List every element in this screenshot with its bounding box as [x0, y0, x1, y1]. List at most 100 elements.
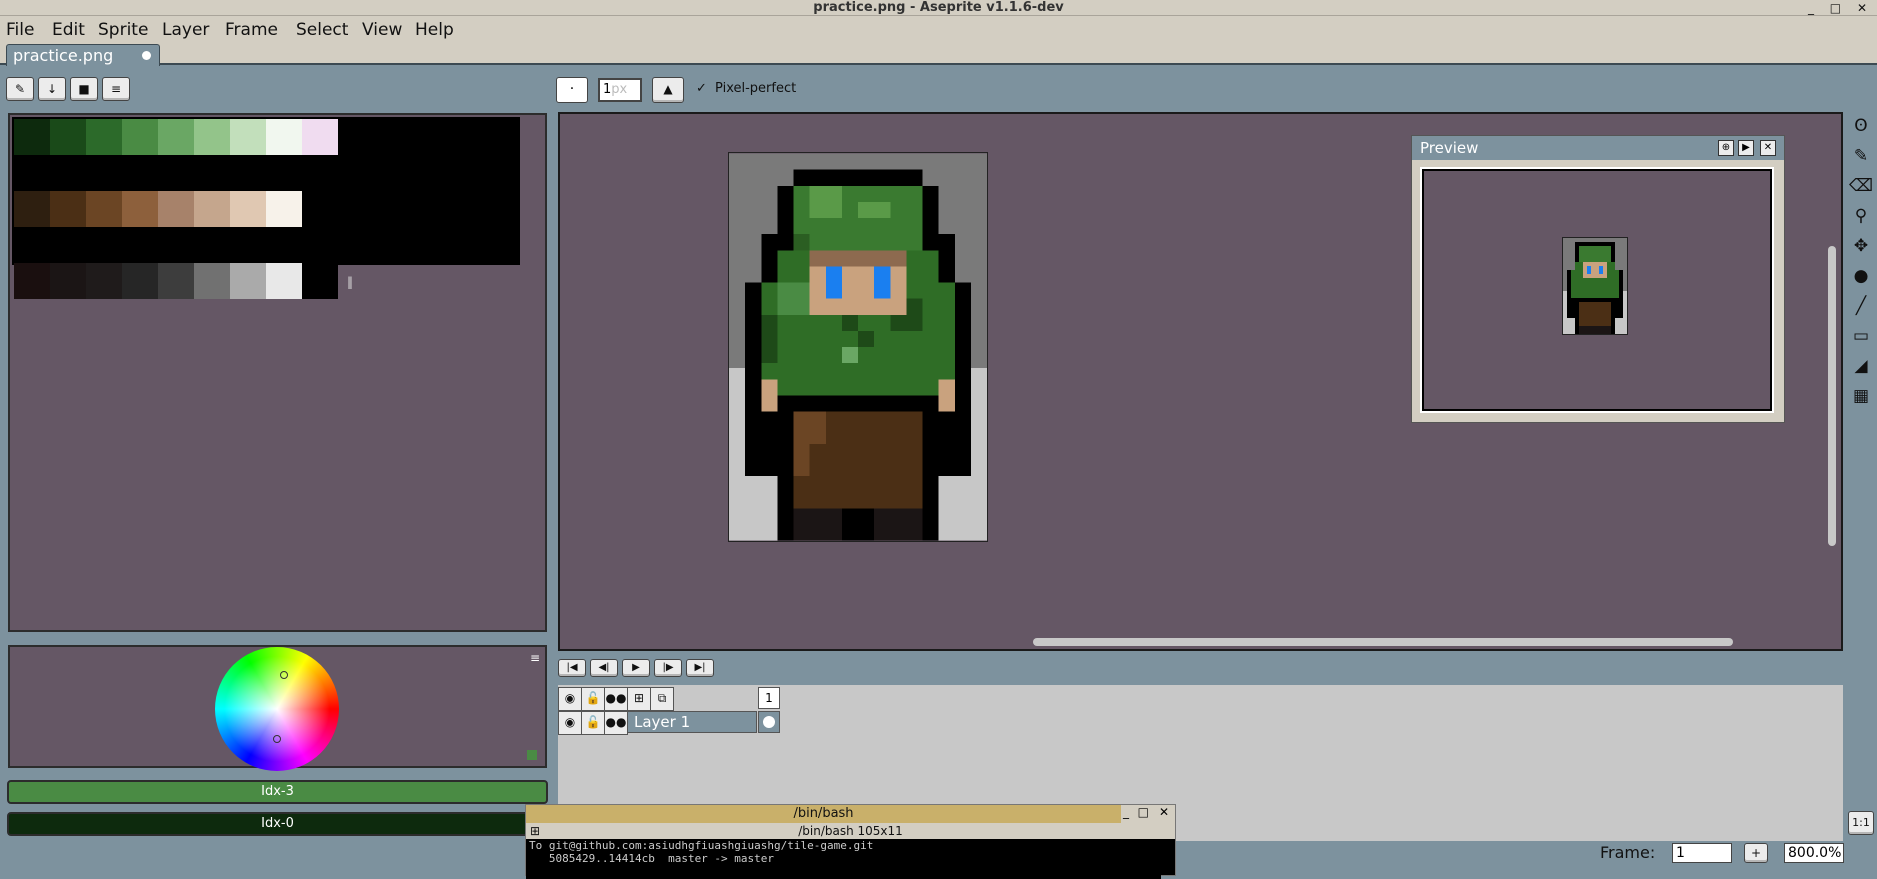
palette-swatch[interactable] — [302, 119, 338, 155]
continuous-icon[interactable]: ●● — [604, 687, 628, 711]
palette-panel: ‖ — [8, 113, 547, 632]
play-button[interactable]: ▶ — [622, 659, 650, 677]
first-frame-button[interactable]: |◀ — [558, 659, 586, 677]
palette-swatch[interactable] — [50, 119, 86, 155]
foreground-color-bar[interactable]: Idx-3 — [7, 780, 548, 804]
palette-swatch[interactable] — [158, 191, 194, 227]
horizontal-scrollbar[interactable] — [1033, 638, 1733, 646]
palette-swatch[interactable] — [14, 263, 50, 299]
zoom-input[interactable]: 800.0% — [1784, 843, 1844, 863]
last-frame-button[interactable]: ▶| — [686, 659, 714, 677]
menu-file[interactable]: File — [6, 20, 34, 40]
brush-type-button[interactable]: · — [556, 77, 588, 103]
background-color-bar[interactable]: Idx-0 — [7, 812, 548, 836]
palette-swatch[interactable] — [86, 191, 122, 227]
zoom-reset-button[interactable]: 1:1 — [1848, 811, 1874, 835]
terminal-menu-icon[interactable]: ⊞ — [530, 823, 540, 839]
palette-swatch[interactable] — [230, 263, 266, 299]
frame-1-header[interactable]: 1 — [758, 687, 780, 709]
palette-swatch[interactable] — [50, 263, 86, 299]
pencil-icon[interactable]: ✎ — [1848, 143, 1874, 169]
zoom-icon[interactable]: ⚲ — [1848, 203, 1874, 229]
menu-frame[interactable]: Frame — [225, 20, 278, 40]
line-icon[interactable]: ╱ — [1848, 293, 1874, 319]
canvas-editor[interactable]: Preview ⊕ ▶ ✕ — [558, 112, 1843, 651]
spray-icon[interactable]: ▦ — [1848, 383, 1874, 409]
paint-bucket-icon[interactable]: ● — [1848, 263, 1874, 289]
rectangle-icon[interactable]: ▭ — [1848, 323, 1874, 349]
prev-frame-button[interactable]: ◀| — [590, 659, 618, 677]
layer-1-row[interactable]: Layer 1 — [627, 711, 757, 733]
menu-edit[interactable]: Edit — [52, 20, 85, 40]
color-wheel[interactable] — [215, 647, 339, 771]
palette-swatch[interactable] — [194, 263, 230, 299]
brush-dot-icon: · — [569, 81, 575, 97]
maximize-icon[interactable]: □ — [1830, 1, 1847, 15]
palette-swatch[interactable] — [230, 119, 266, 155]
palette-swatch[interactable] — [122, 191, 158, 227]
window-controls[interactable]: _ □ ✕ — [1808, 0, 1873, 16]
palette-swatch[interactable] — [86, 263, 122, 299]
palette-swatch[interactable] — [122, 119, 158, 155]
palette-sort-button[interactable]: ↓ — [38, 77, 66, 101]
ink-type-button[interactable]: ▲ — [652, 77, 684, 103]
cel-frame-1[interactable] — [758, 711, 780, 733]
terminal-maximize-icon[interactable]: □ — [1138, 805, 1149, 819]
layer-continuous-icon[interactable]: ●● — [604, 711, 628, 735]
next-frame-button[interactable]: |▶ — [654, 659, 682, 677]
visibility-eye-icon[interactable]: ◉ — [558, 687, 582, 711]
menu-help[interactable]: Help — [415, 20, 454, 40]
palette-swatch[interactable] — [194, 191, 230, 227]
palette-swatch[interactable] — [266, 119, 302, 155]
menu-select[interactable]: Select — [296, 20, 348, 40]
layer-visibility-icon[interactable]: ◉ — [558, 711, 582, 735]
preview-play-icon[interactable]: ▶ — [1738, 140, 1754, 156]
palette-swatch[interactable] — [14, 191, 50, 227]
menu-sprite[interactable]: Sprite — [98, 20, 148, 40]
bg-color-marker[interactable] — [273, 735, 281, 743]
brush-size-input[interactable]: 1px — [598, 78, 642, 102]
fg-color-marker[interactable] — [280, 671, 288, 679]
menu-layer[interactable]: Layer — [162, 20, 209, 40]
sprite-canvas[interactable] — [728, 152, 988, 542]
wheel-options-icon[interactable]: ≡ — [529, 651, 541, 665]
palette-swatch[interactable] — [302, 263, 338, 299]
palette-swatch[interactable] — [158, 263, 194, 299]
palette-edit-button[interactable]: ✎ — [6, 77, 34, 101]
terminal-minimize-icon[interactable]: _ — [1123, 805, 1129, 819]
terminal-window[interactable]: /bin/bash _ □ ✕ ⊞ /bin/bash 105x11 To gi… — [525, 804, 1176, 879]
lock-icon[interactable]: 🔓 — [581, 687, 605, 711]
palette-swatch[interactable] — [14, 119, 50, 155]
frame-input[interactable]: 1 — [1672, 843, 1732, 863]
palette-resize-handle[interactable]: ‖ — [347, 275, 355, 289]
preview-close-icon[interactable]: ✕ — [1760, 140, 1776, 156]
lasso-icon[interactable]: ʘ — [1848, 113, 1874, 139]
palette-menu-button[interactable]: ≡ — [102, 77, 130, 101]
minimize-icon[interactable]: _ — [1808, 1, 1820, 15]
add-frame-button[interactable]: + — [1744, 843, 1768, 863]
move-icon[interactable]: ✥ — [1848, 233, 1874, 259]
palette-swatch[interactable] — [266, 263, 302, 299]
terminal-close-icon[interactable]: ✕ — [1159, 805, 1169, 819]
onion-skin-icon[interactable]: ⧉ — [650, 687, 674, 711]
eraser-icon[interactable]: ⌫ — [1848, 173, 1874, 199]
tab-practice[interactable]: practice.png — [6, 44, 160, 66]
frame-label: Frame: — [1600, 843, 1656, 862]
curve-icon[interactable]: ◢ — [1848, 353, 1874, 379]
vertical-scrollbar[interactable] — [1828, 246, 1836, 546]
palette-swatch[interactable] — [86, 119, 122, 155]
preview-window[interactable]: Preview ⊕ ▶ ✕ — [1411, 135, 1785, 423]
palette-swatch[interactable] — [194, 119, 230, 155]
palette-swatch[interactable] — [266, 191, 302, 227]
close-icon[interactable]: ✕ — [1857, 1, 1873, 15]
preview-center-icon[interactable]: ⊕ — [1718, 140, 1734, 156]
pixel-perfect-checkbox[interactable]: ✓ Pixel-perfect — [696, 81, 796, 96]
palette-save-button[interactable]: ■ — [70, 77, 98, 101]
palette-swatch[interactable] — [230, 191, 266, 227]
palette-swatch[interactable] — [158, 119, 194, 155]
palette-swatch[interactable] — [50, 191, 86, 227]
layer-lock-icon[interactable]: 🔓 — [581, 711, 605, 735]
menu-view[interactable]: View — [362, 20, 402, 40]
layer-group-icon[interactable]: ⊞ — [627, 687, 651, 711]
palette-swatch[interactable] — [122, 263, 158, 299]
